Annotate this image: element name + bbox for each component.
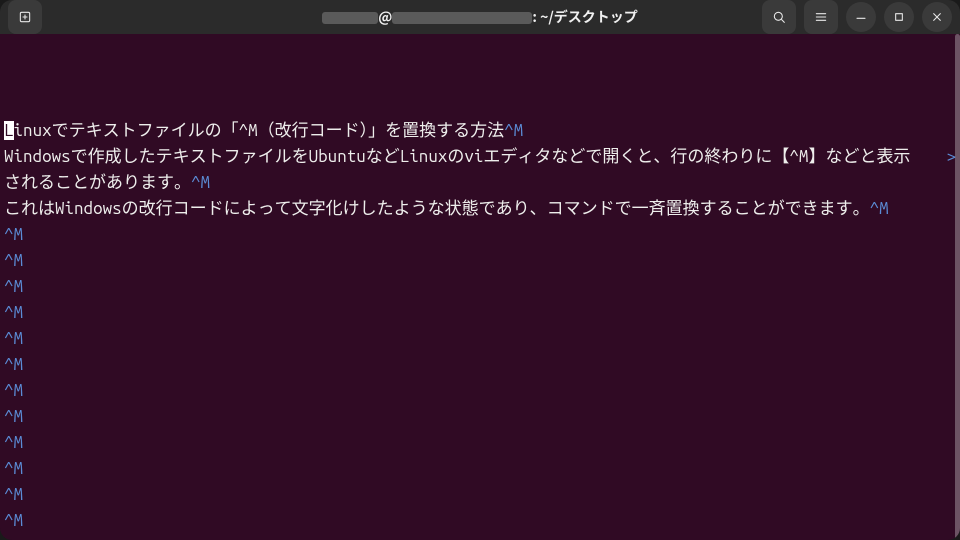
titlebar: @: ~/デスクトップ (0, 0, 960, 34)
new-tab-button[interactable] (8, 0, 42, 34)
terminal-window: @: ~/デスクトップ Linuxでテキストファイルの「^M（改行コード）」を置… (0, 0, 960, 540)
close-button[interactable] (922, 2, 952, 32)
scrollbar[interactable] (955, 34, 960, 540)
menu-button[interactable] (804, 0, 838, 34)
scrollbar-thumb[interactable] (955, 34, 960, 540)
terminal-content: Linuxでテキストファイルの「^M（改行コード）」を置換する方法^MWindo… (4, 40, 956, 540)
terminal-viewport[interactable]: Linuxでテキストファイルの「^M（改行コード）」を置換する方法^MWindo… (0, 34, 960, 540)
minimize-button[interactable] (846, 2, 876, 32)
maximize-button[interactable] (884, 2, 914, 32)
search-button[interactable] (762, 0, 796, 34)
